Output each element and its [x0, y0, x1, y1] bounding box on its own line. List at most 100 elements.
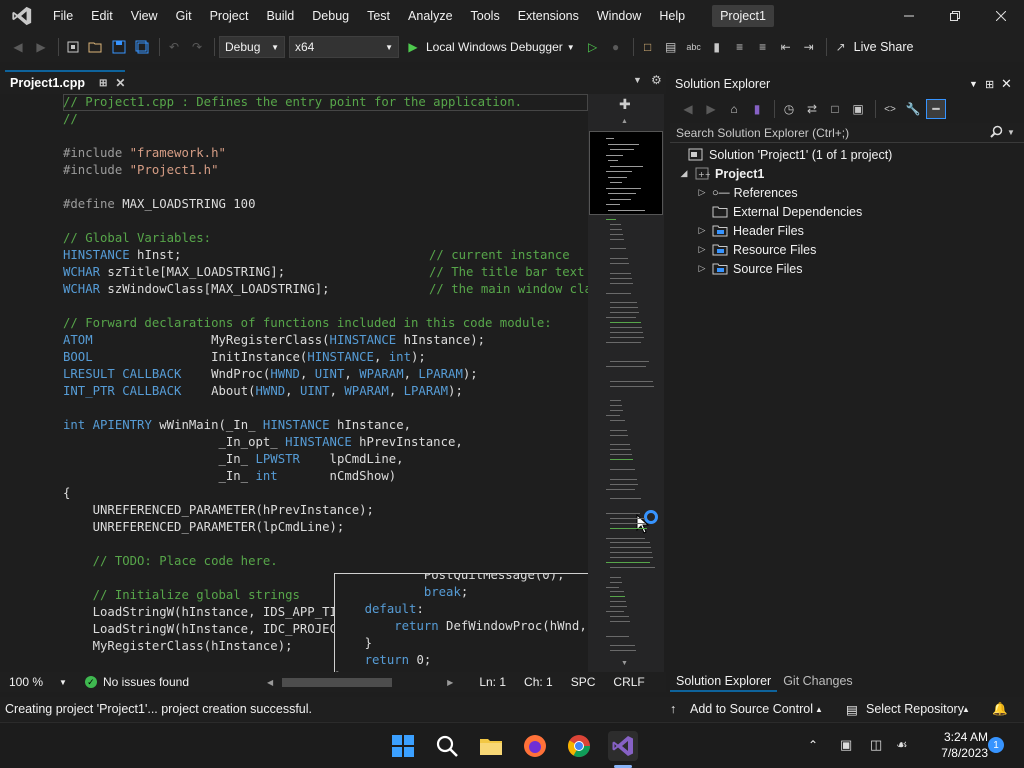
live-share-button[interactable]: Live Share [854, 40, 914, 54]
minimize-button[interactable] [886, 0, 932, 32]
restore-button[interactable] [932, 0, 978, 32]
menu-build[interactable]: Build [257, 0, 303, 32]
chevron-up-icon[interactable]: ▲ [815, 705, 823, 714]
collapse-all-icon[interactable]: ▣ [848, 99, 868, 119]
chevron-down-icon[interactable]: ▼ [1007, 128, 1015, 137]
chevron-down-icon[interactable]: ▼ [567, 43, 575, 52]
close-icon[interactable]: ✕ [1001, 76, 1012, 92]
comment-lines-icon[interactable]: ≡ [730, 37, 750, 57]
chevron-up-icon[interactable]: ▲ [962, 705, 970, 714]
notifications-bell-icon[interactable]: 🔔 [992, 702, 1008, 717]
properties-wrench-icon[interactable]: 🔧 [903, 99, 923, 119]
tab-solution-explorer[interactable]: Solution Explorer [670, 670, 777, 692]
pin-icon[interactable]: ⊞ [99, 78, 107, 89]
forward-icon[interactable]: ▶ [701, 99, 721, 119]
chevron-down-icon[interactable]: ▼ [59, 678, 67, 687]
network-status-icon[interactable]: ▣ [840, 737, 852, 753]
menu-window[interactable]: Window [588, 0, 650, 32]
menu-file[interactable]: File [44, 0, 82, 32]
browse-folder-icon[interactable]: □ [638, 37, 658, 57]
collapsed-caret-icon[interactable]: ▷ [696, 244, 708, 255]
start-debugging-icon[interactable]: ▶ [403, 37, 423, 57]
pending-changes-filter-icon[interactable]: ◷ [779, 99, 799, 119]
line-number[interactable]: Ln: 1 [479, 675, 506, 689]
back-icon[interactable]: ◀ [678, 99, 698, 119]
breakpoint-icon[interactable]: ▮ [707, 37, 727, 57]
windows-start-icon[interactable] [388, 731, 418, 761]
up-arrow-icon[interactable]: ↑ [670, 702, 676, 716]
zoom-level[interactable]: 100 % [9, 675, 43, 689]
firefox-icon[interactable] [520, 731, 550, 761]
code-editor[interactable]: // Project1.cpp : Defines the entry poin… [8, 94, 588, 672]
whitespace-mode[interactable]: SPC [571, 675, 596, 689]
tree-header-files-node[interactable]: ▷ Header Files [696, 221, 804, 240]
configuration-dropdown[interactable]: Debug ▼ [219, 36, 285, 58]
chrome-icon[interactable] [564, 731, 594, 761]
tree-external-dependencies-node[interactable]: External Dependencies [708, 202, 862, 221]
collapsed-caret-icon[interactable]: ▷ [696, 225, 708, 236]
tree-solution-node[interactable]: Solution 'Project1' (1 of 1 project) [684, 145, 892, 164]
start-without-debugging-icon[interactable]: ▷ [583, 37, 603, 57]
close-window-button[interactable] [978, 0, 1024, 32]
pin-icon[interactable]: ⊞ [985, 78, 994, 91]
file-explorer-icon[interactable] [476, 731, 506, 761]
issues-status[interactable]: No issues found [103, 675, 189, 689]
open-file-icon[interactable] [86, 37, 106, 57]
menu-test[interactable]: Test [358, 0, 399, 32]
menu-extensions[interactable]: Extensions [509, 0, 588, 32]
platform-dropdown[interactable]: x64 ▼ [289, 36, 399, 58]
visual-studio-logo-icon[interactable] [0, 0, 44, 32]
horizontal-scrollbar-thumb[interactable] [282, 678, 392, 687]
scrollbar-map[interactable]: ✚ ▲ ▼ [588, 94, 664, 672]
volume-muted-icon[interactable]: ☙ [896, 737, 908, 753]
outdent-icon[interactable]: ⇥ [799, 37, 819, 57]
collapsed-caret-icon[interactable]: ▷ [696, 263, 708, 274]
menu-help[interactable]: Help [650, 0, 694, 32]
spell-check-icon[interactable]: abc [684, 37, 704, 57]
close-tab-icon[interactable]: ✕ [115, 76, 125, 90]
navigate-forward-icon[interactable]: ▶ [31, 37, 51, 57]
add-to-source-control-button[interactable]: Add to Source Control [690, 702, 813, 716]
save-icon[interactable] [109, 37, 129, 57]
column-number[interactable]: Ch: 1 [524, 675, 553, 689]
select-repository-button[interactable]: Select Repository [866, 702, 964, 716]
line-ending[interactable]: CRLF [613, 675, 644, 689]
tree-project-node[interactable]: ◢ ++ Project1 [678, 164, 764, 183]
redo-icon[interactable]: ↷ [187, 37, 207, 57]
show-hidden-icons-chevron-icon[interactable]: ⌃ [808, 738, 818, 752]
uncomment-lines-icon[interactable]: ≡ [753, 37, 773, 57]
scroll-up-icon[interactable]: ▲ [621, 118, 628, 125]
display-icon[interactable]: ◫ [870, 737, 882, 753]
menu-tools[interactable]: Tools [462, 0, 509, 32]
scroll-left-icon[interactable]: ◀ [267, 678, 273, 687]
split-editor-icon[interactable]: ✚ [619, 96, 631, 113]
repository-icon[interactable]: ▤ [846, 702, 858, 717]
search-icon[interactable] [432, 731, 462, 761]
undo-icon[interactable]: ↶ [164, 37, 184, 57]
minimap-viewport[interactable] [589, 131, 663, 215]
menu-project[interactable]: Project [201, 0, 258, 32]
navigate-back-icon[interactable]: ◀ [8, 37, 28, 57]
menu-git[interactable]: Git [167, 0, 201, 32]
switch-views-icon[interactable]: ▮ [747, 99, 767, 119]
share-icon[interactable]: ↗ [831, 37, 851, 57]
preview-selected-items-icon[interactable]: ━ [926, 99, 946, 119]
debugger-target-button[interactable]: Local Windows Debugger [426, 40, 563, 54]
save-all-icon[interactable] [132, 37, 152, 57]
solution-name-badge[interactable]: Project1 [712, 5, 774, 27]
menu-edit[interactable]: Edit [82, 0, 122, 32]
visual-studio-taskbar-icon[interactable] [608, 731, 638, 761]
tree-references-node[interactable]: ▷ ○— References [696, 183, 798, 202]
home-icon[interactable]: ⌂ [724, 99, 744, 119]
indent-icon[interactable]: ⇤ [776, 37, 796, 57]
expanded-caret-icon[interactable]: ◢ [678, 168, 690, 179]
menu-debug[interactable]: Debug [303, 0, 358, 32]
system-clock[interactable]: 3:24 AM 7/8/2023 [918, 729, 988, 761]
collapsed-caret-icon[interactable]: ▷ [696, 187, 708, 198]
menu-analyze[interactable]: Analyze [399, 0, 461, 32]
layout-icon[interactable]: ▤ [661, 37, 681, 57]
tab-project1-cpp[interactable]: Project1.cpp ⊞ ✕ [5, 70, 125, 94]
horizontal-scrollbar[interactable] [277, 678, 447, 687]
tree-source-files-node[interactable]: ▷ Source Files [696, 259, 802, 278]
new-project-icon[interactable] [63, 37, 83, 57]
